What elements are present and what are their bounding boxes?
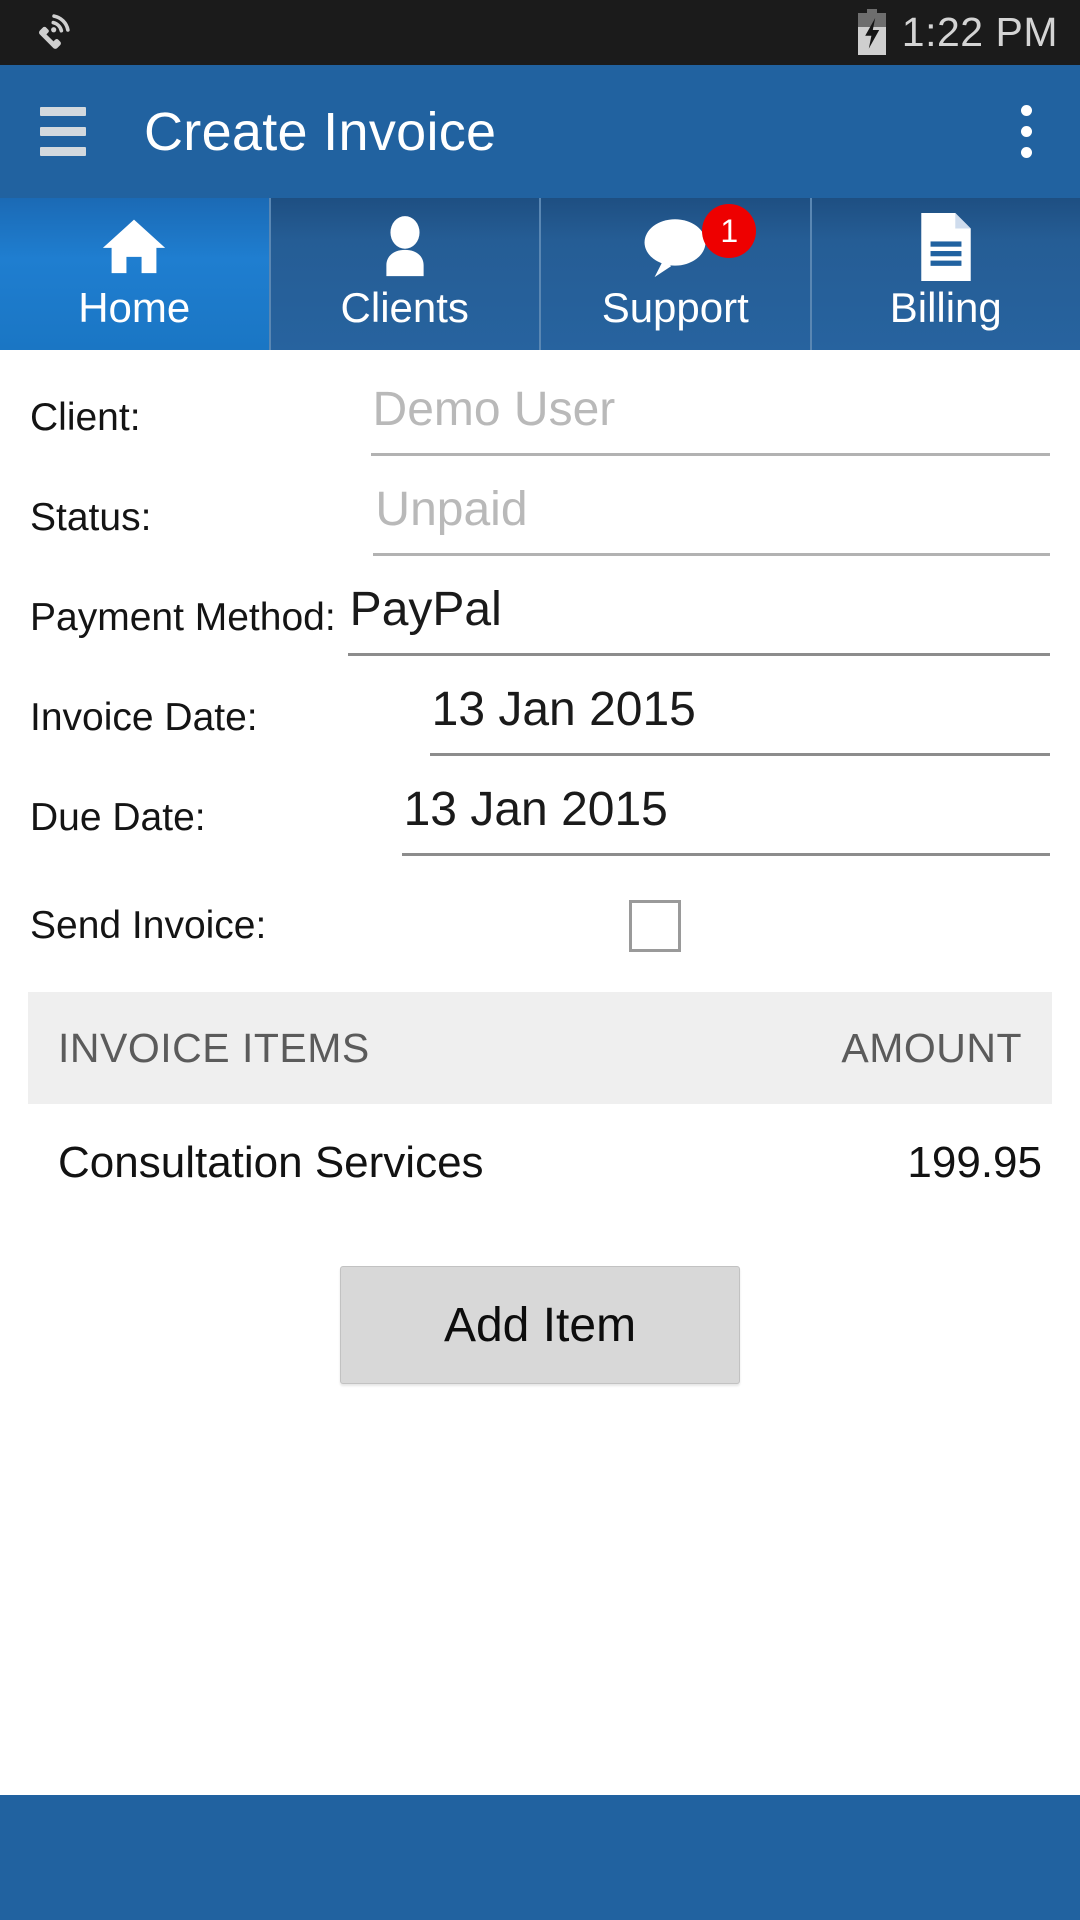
hamburger-bar bbox=[40, 127, 86, 136]
status-bar: 1:22 PM bbox=[0, 0, 1080, 65]
client-field-wrap: Demo User bbox=[370, 364, 1050, 456]
form-row-client: Client: Demo User bbox=[0, 364, 1080, 464]
invoice-date-field-wrap: 13 Jan 2015 bbox=[429, 664, 1050, 756]
tab-label-billing: Billing bbox=[889, 284, 1002, 331]
tab-bar: Home Clients 1 Support Billing bbox=[0, 198, 1080, 350]
overflow-dot bbox=[1020, 147, 1032, 158]
column-header-amount: AMOUNT bbox=[841, 1024, 1022, 1071]
hamburger-bar bbox=[40, 107, 86, 116]
form-row-due-date: Due Date: 13 Jan 2015 bbox=[0, 764, 1080, 864]
page-title: Create Invoice bbox=[144, 101, 497, 162]
hamburger-bar bbox=[40, 147, 86, 156]
send-invoice-checkbox-wrap bbox=[629, 900, 1050, 952]
status-label: Status: bbox=[30, 496, 152, 539]
document-icon bbox=[915, 213, 977, 281]
overflow-menu-icon[interactable] bbox=[1006, 105, 1046, 158]
add-item-button[interactable]: Add Item bbox=[340, 1266, 740, 1384]
invoice-date-input[interactable]: 13 Jan 2015 bbox=[429, 664, 1050, 756]
form-row-send-invoice: Send Invoice: bbox=[0, 864, 1080, 976]
status-bar-clock: 1:22 PM bbox=[901, 9, 1058, 55]
item-amount: 199.95 bbox=[907, 1138, 1042, 1187]
status-field-wrap: Unpaid bbox=[373, 464, 1050, 556]
tab-clients[interactable]: Clients bbox=[270, 198, 541, 350]
status-bar-left bbox=[28, 10, 74, 56]
wifi-call-icon bbox=[28, 10, 74, 56]
tab-label-home: Home bbox=[78, 284, 191, 331]
tab-home[interactable]: Home bbox=[0, 198, 271, 350]
due-date-field-wrap: 13 Jan 2015 bbox=[401, 764, 1050, 856]
support-badge: 1 bbox=[702, 204, 757, 258]
overflow-dot bbox=[1020, 126, 1032, 137]
form-row-status: Status: Unpaid bbox=[0, 464, 1080, 564]
client-label: Client: bbox=[30, 396, 141, 439]
status-input[interactable]: Unpaid bbox=[373, 464, 1050, 556]
person-icon bbox=[374, 216, 436, 278]
battery-charging-icon bbox=[856, 8, 888, 57]
table-row[interactable]: Consultation Services 199.95 bbox=[0, 1104, 1080, 1222]
payment-method-field-wrap: PayPal bbox=[347, 564, 1050, 656]
send-invoice-checkbox[interactable] bbox=[629, 900, 682, 952]
status-bar-right: 1:22 PM bbox=[856, 8, 1058, 57]
tab-label-support: Support bbox=[601, 284, 749, 331]
column-header-invoice-items: INVOICE ITEMS bbox=[58, 1024, 370, 1071]
items-table-header: INVOICE ITEMS AMOUNT bbox=[28, 992, 1052, 1104]
bottom-bar bbox=[0, 1795, 1080, 1920]
overflow-dot bbox=[1020, 105, 1032, 116]
payment-method-label: Payment Method: bbox=[30, 596, 336, 639]
tab-label-clients: Clients bbox=[340, 284, 469, 331]
send-invoice-label: Send Invoice: bbox=[30, 904, 267, 947]
hamburger-menu-icon[interactable] bbox=[40, 107, 86, 156]
tab-support[interactable]: 1 Support bbox=[541, 198, 812, 350]
due-date-input[interactable]: 13 Jan 2015 bbox=[401, 764, 1050, 856]
form-row-invoice-date: Invoice Date: 13 Jan 2015 bbox=[0, 664, 1080, 764]
app-toolbar: Create Invoice bbox=[0, 65, 1080, 198]
invoice-date-label: Invoice Date: bbox=[30, 696, 258, 739]
item-name: Consultation Services bbox=[58, 1138, 484, 1187]
due-date-label: Due Date: bbox=[30, 796, 206, 839]
invoice-form: Client: Demo User Status: Unpaid Payment… bbox=[0, 350, 1080, 976]
client-input[interactable]: Demo User bbox=[370, 364, 1050, 456]
payment-method-input[interactable]: PayPal bbox=[347, 564, 1050, 656]
home-icon bbox=[97, 216, 171, 278]
tab-billing[interactable]: Billing bbox=[811, 198, 1080, 350]
app-root: 1:22 PM Create Invoice Home Clients 1 Su… bbox=[0, 0, 1080, 1920]
add-item-wrap: Add Item bbox=[0, 1266, 1080, 1384]
form-row-payment-method: Payment Method: PayPal bbox=[0, 564, 1080, 664]
chat-bubble-icon: 1 bbox=[638, 204, 757, 278]
